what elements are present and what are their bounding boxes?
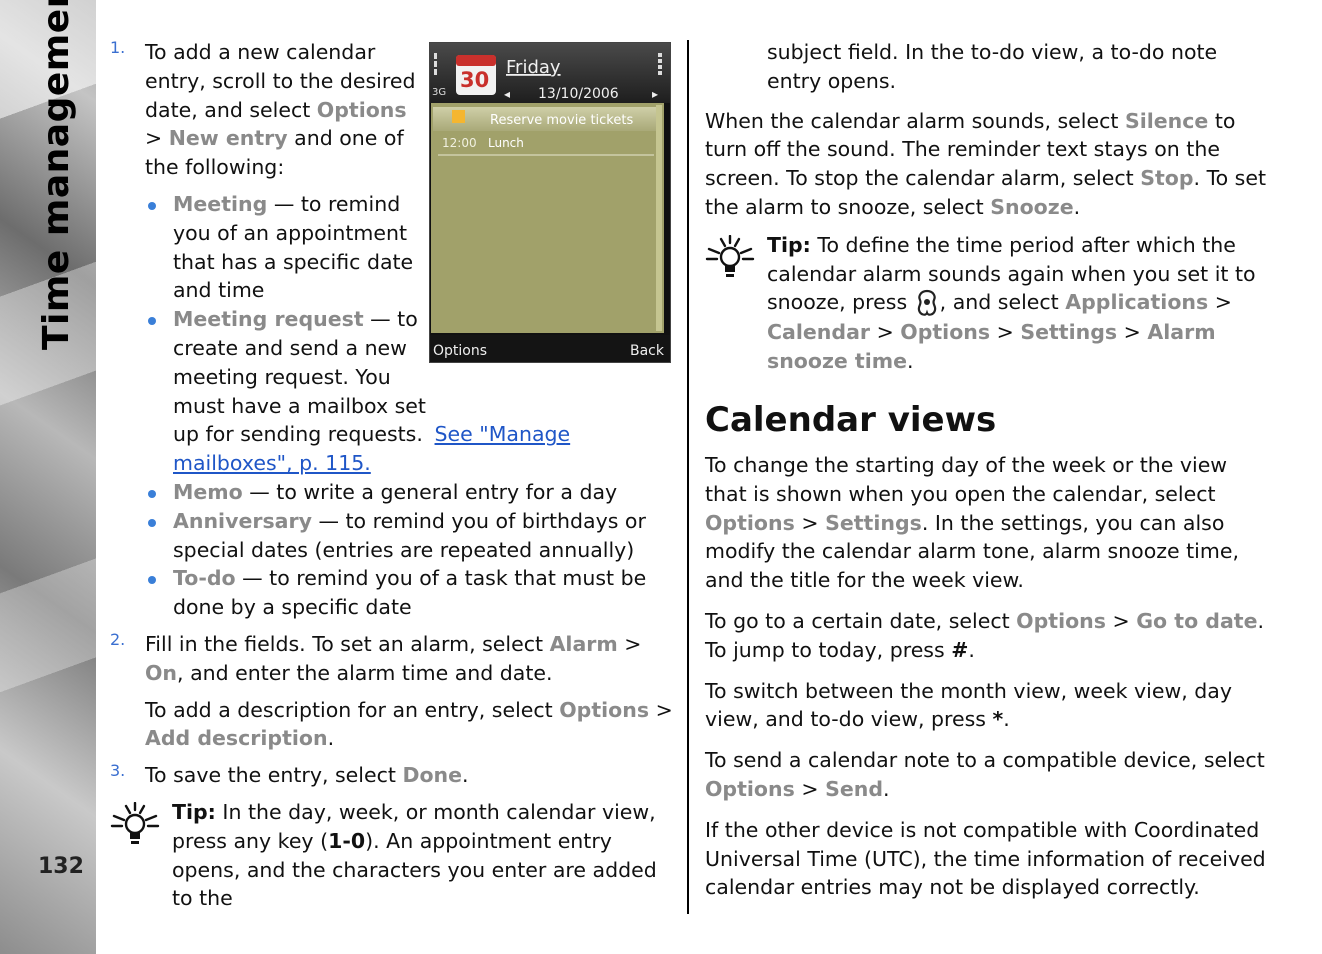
option-settings: Settings bbox=[825, 510, 922, 535]
views-paragraph-1: To change the starting day of the week o… bbox=[705, 451, 1270, 595]
views-paragraph-2: To go to a certain date, select Options … bbox=[705, 607, 1270, 665]
tip-2-text: Tip: To define the time period after whi… bbox=[767, 231, 1270, 376]
option-settings: Settings bbox=[1020, 320, 1118, 345]
option-options: Options bbox=[705, 510, 795, 535]
period: . bbox=[462, 763, 469, 788]
menu-separator: > bbox=[801, 776, 819, 801]
option-alarm: Alarm bbox=[549, 631, 618, 656]
hash-key: # bbox=[951, 637, 969, 662]
option-options: Options bbox=[900, 320, 991, 345]
continued-text: subject field. In the to-do view, a to-d… bbox=[767, 40, 1218, 93]
alarm-paragraph: When the calendar alarm sounds, select S… bbox=[705, 107, 1270, 222]
period: . bbox=[968, 637, 975, 662]
period: . bbox=[883, 776, 890, 801]
column-divider bbox=[687, 40, 689, 914]
section-title: Time management bbox=[36, 0, 77, 350]
views-paragraph-5: If the other device is not compatible wi… bbox=[705, 817, 1266, 900]
step-1: 1. To add a new calendar entry, scroll t… bbox=[110, 38, 420, 182]
period: . bbox=[327, 726, 335, 751]
step-2-text: Fill in the fields. To set an alarm, sel… bbox=[145, 630, 675, 688]
views-p1-text-a: To change the starting day of the week o… bbox=[705, 452, 1228, 506]
tip-label: Tip: bbox=[172, 799, 216, 824]
views-p3-text: To switch between the month view, week v… bbox=[705, 678, 1232, 732]
option-options: Options bbox=[559, 697, 650, 722]
option-options: Options bbox=[316, 97, 407, 122]
tip-box-2: Tip: To define the time period after whi… bbox=[705, 231, 1270, 376]
tip-lightbulb-icon bbox=[110, 801, 160, 844]
menu-separator: > bbox=[145, 126, 163, 151]
tip-lightbulb-icon bbox=[705, 234, 755, 277]
step-2-description: To add a description for an entry, selec… bbox=[145, 696, 675, 754]
list-item-todo: To-do — to remind you of a task that mus… bbox=[145, 564, 675, 622]
page-number: 132 bbox=[38, 854, 84, 879]
period: . bbox=[1073, 194, 1081, 219]
menu-separator: > bbox=[876, 320, 894, 345]
step-3: 3. To save the entry, select Done. bbox=[110, 761, 675, 790]
description-intro: To add a description for an entry, selec… bbox=[145, 697, 553, 722]
option-add-description: Add description bbox=[145, 726, 328, 751]
term-meeting: Meeting bbox=[173, 191, 268, 216]
tip-2-part-b: , and select bbox=[939, 290, 1059, 315]
option-options: Options bbox=[1016, 608, 1106, 633]
menu-separator: > bbox=[801, 510, 819, 535]
option-go-to-date: Go to date bbox=[1136, 608, 1258, 633]
tip-1-text: Tip: In the day, week, or month calendar… bbox=[172, 798, 675, 913]
step-1-number: 1. bbox=[110, 38, 126, 57]
option-new-entry: New entry bbox=[168, 126, 288, 151]
term-meeting-request: Meeting request bbox=[173, 307, 364, 332]
option-applications: Applications bbox=[1065, 290, 1209, 315]
todo-desc: — to remind you of a task that must be d… bbox=[173, 566, 647, 620]
list-item-meeting: Meeting — to remind you of an appointmen… bbox=[145, 190, 418, 305]
option-calendar: Calendar bbox=[767, 320, 871, 345]
tip-label: Tip: bbox=[767, 232, 811, 257]
menu-separator: > bbox=[1214, 290, 1232, 315]
step-1-text: To add a new calendar entry, scroll to t… bbox=[145, 38, 420, 182]
step-2-intro: Fill in the fields. To set an alarm, sel… bbox=[145, 631, 544, 656]
menu-separator: > bbox=[1123, 320, 1141, 345]
key-range: 1-0 bbox=[328, 828, 366, 853]
step-2: 2. Fill in the fields. To set an alarm, … bbox=[110, 630, 675, 753]
list-item-anniversary: Anniversary — to remind you of birthdays… bbox=[145, 507, 675, 565]
meeting-request-wrap: Meeting request — to create and send a n… bbox=[173, 305, 428, 449]
menu-separator: > bbox=[655, 697, 673, 722]
period: . bbox=[907, 349, 914, 374]
option-send: Send bbox=[825, 776, 883, 801]
option-on: On bbox=[145, 660, 178, 685]
step-3-number: 3. bbox=[110, 761, 126, 781]
views-paragraph-4: To send a calendar note to a compatible … bbox=[705, 746, 1270, 804]
list-item-memo: Memo — to write a general entry for a da… bbox=[145, 478, 675, 507]
entry-type-list: Meeting — to remind you of an appointmen… bbox=[145, 190, 675, 622]
option-done: Done bbox=[402, 763, 463, 788]
right-column: subject field. In the to-do view, a to-d… bbox=[705, 38, 1270, 902]
memo-desc: — to write a general entry for a day bbox=[242, 479, 618, 504]
left-column: 1. To add a new calendar entry, scroll t… bbox=[110, 38, 675, 913]
step-2-number: 2. bbox=[110, 629, 126, 649]
calendar-views-heading: Calendar views bbox=[705, 399, 997, 440]
option-stop: Stop bbox=[1140, 166, 1194, 191]
option-options: Options bbox=[705, 776, 795, 801]
step-2-outro: , and enter the alarm time and date. bbox=[177, 660, 553, 685]
term-todo: To-do bbox=[173, 566, 236, 591]
views-p2-text-a: To go to a certain date, select bbox=[705, 608, 1010, 633]
sidebar: Time management 132 bbox=[0, 0, 96, 954]
term-memo: Memo bbox=[173, 479, 243, 504]
views-p4-text: To send a calendar note to a compatible … bbox=[705, 748, 1265, 773]
alarm-text-a: When the calendar alarm sounds, select bbox=[705, 108, 1119, 133]
list-item-meeting-request: Meeting request — to create and send a n… bbox=[145, 305, 675, 478]
step-3-text: To save the entry, select Done. bbox=[145, 761, 675, 790]
menu-separator: > bbox=[996, 320, 1014, 345]
applications-key-icon bbox=[917, 290, 936, 317]
star-key: * bbox=[992, 707, 1004, 732]
tip-box-1: Tip: In the day, week, or month calendar… bbox=[110, 798, 675, 913]
menu-separator: > bbox=[1112, 608, 1130, 633]
step-3-intro: To save the entry, select bbox=[145, 763, 396, 788]
views-paragraph-3: To switch between the month view, week v… bbox=[705, 677, 1270, 735]
option-snooze: Snooze bbox=[990, 194, 1074, 219]
option-silence: Silence bbox=[1124, 108, 1209, 133]
term-anniversary: Anniversary bbox=[173, 508, 312, 533]
period: . bbox=[1003, 707, 1010, 732]
menu-separator: > bbox=[624, 631, 642, 656]
